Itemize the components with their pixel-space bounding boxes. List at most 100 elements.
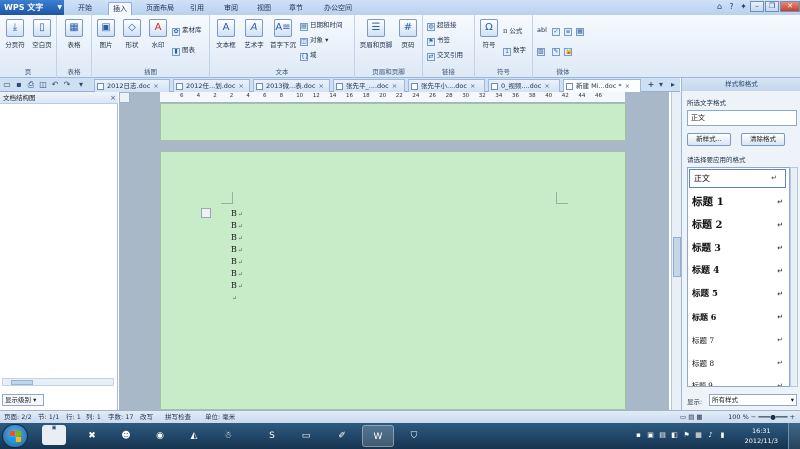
picture-button[interactable]: ▣ 图片	[94, 19, 118, 49]
checkbox-control-button[interactable]: ✓	[552, 25, 562, 36]
doc-tab-1[interactable]: 2012日志.doc ×	[94, 79, 170, 92]
wps-app-menu-button[interactable]: WPS 文字 ▼	[0, 0, 64, 15]
datetime-button[interactable]: ▤ 日期和时间	[300, 20, 343, 31]
style-list-scrollbar[interactable]	[790, 167, 798, 387]
tray-icon[interactable]: ▣	[646, 431, 655, 440]
doc-tab-5[interactable]: 张先平小....doc ×	[408, 79, 485, 92]
volume-icon[interactable]: ♪	[706, 431, 715, 440]
show-styles-select[interactable]: 所有样式 ▾	[709, 394, 797, 406]
app-icon-flash[interactable]: ◭	[178, 425, 210, 447]
app-icon-folder[interactable]: ▭	[290, 425, 322, 447]
close-tab-icon[interactable]: ×	[625, 82, 630, 90]
field-button[interactable]: {}域	[300, 50, 317, 61]
tab-chapter[interactable]: 章节	[285, 2, 307, 15]
style-item[interactable]: 标题 6 ↵	[688, 306, 789, 329]
open-icon[interactable]: ▭	[2, 79, 12, 90]
page-2[interactable]: B↵ B↵ B↵ B↵ B↵ B↵ B↵ ↵	[160, 151, 626, 410]
scroll-thumb[interactable]	[11, 380, 33, 385]
text-line[interactable]: B↵	[231, 256, 243, 268]
bookmark-button[interactable]: ⚑ 书签	[427, 35, 450, 46]
tab-review[interactable]: 审阅	[220, 2, 242, 15]
tray-icon[interactable]: ▤	[658, 431, 667, 440]
style-item[interactable]: 标题 2 ↵	[688, 214, 789, 237]
customize-quick-access-icon[interactable]: ▾	[76, 79, 86, 90]
show-desktop-button[interactable]	[788, 423, 800, 449]
formula-button[interactable]: π 公式	[503, 26, 522, 37]
header-footer-button[interactable]: ☰ 页眉和页脚	[358, 19, 394, 49]
restore-button[interactable]: ❐	[765, 1, 779, 12]
app-icon-wps-writer[interactable]: W	[362, 425, 394, 447]
text-line[interactable]: B↵	[231, 232, 243, 244]
doc-tab-3[interactable]: 2013微...表.doc ×	[253, 79, 330, 92]
preview-icon[interactable]: ◫	[38, 79, 48, 90]
text-line[interactable]: B↵	[231, 280, 243, 292]
status-overwrite[interactable]: 改写	[140, 411, 153, 423]
tray-icon[interactable]: ◧	[670, 431, 679, 440]
flag-icon[interactable]: ⚑	[682, 431, 691, 440]
horizontal-ruler[interactable]: 6 4 2 2 4 6 8 10 12 14 16 18 20 22 24 26 28 30 32 34 36 38 40 4…	[160, 92, 625, 103]
style-item[interactable]: 标题 3 ↵	[688, 237, 789, 260]
textfield-control-button[interactable]: abl	[537, 25, 547, 36]
app-icon-reel[interactable]: ◉	[144, 425, 176, 447]
wordart-button[interactable]: A 艺术字	[241, 19, 267, 49]
status-word-count[interactable]: 字数: 17	[108, 411, 134, 423]
app-icon-1[interactable]: ✖	[76, 425, 108, 447]
new-tab-icon[interactable]: +	[646, 79, 656, 90]
clipart-button[interactable]: ✿ 素材库	[172, 25, 202, 36]
text-line[interactable]: B↵	[231, 244, 243, 256]
style-item[interactable]: 标题 9 ↵	[688, 375, 789, 386]
tab-office-space[interactable]: 办公空间	[320, 2, 356, 15]
app-icon-sogou[interactable]: S	[256, 425, 288, 447]
style-item[interactable]: 标题 8 ↵	[688, 352, 789, 375]
table-button[interactable]: ▦ 表格	[62, 19, 86, 49]
shape-button[interactable]: ◇ 形状	[120, 19, 144, 49]
text-line[interactable]: B↵	[231, 208, 243, 220]
start-button[interactable]	[2, 424, 28, 448]
view-mode-icons[interactable]: ▭ ▤ ▦	[680, 411, 703, 423]
undo-icon[interactable]: ↶	[50, 79, 60, 90]
zoom-control[interactable]: 100 % − ━━━●━━━ +	[728, 411, 795, 423]
vertical-scrollbar[interactable]	[671, 92, 681, 410]
tab-page-layout[interactable]: 页面布局	[142, 2, 178, 15]
save-icon[interactable]: ▪	[14, 79, 24, 90]
style-item[interactable]: 正文 ↵	[689, 169, 786, 188]
app-icon-shield[interactable]: ⛉	[398, 425, 430, 447]
close-button[interactable]: ✕	[780, 1, 800, 12]
style-item[interactable]: 标题 4 ↵	[688, 260, 789, 283]
app-icon-qq[interactable]: ☃	[212, 425, 244, 447]
skin-icon[interactable]: ⌂	[714, 1, 725, 12]
display-level-button[interactable]: 显示级别 ▾	[2, 394, 44, 406]
watermark-button[interactable]: A 水印	[146, 19, 170, 49]
clear-format-button[interactable]: 清除格式	[741, 133, 785, 146]
page-break-button[interactable]: ⤓ 分页符	[3, 19, 27, 49]
page-1[interactable]	[160, 103, 626, 141]
help-icon[interactable]: ?	[726, 1, 737, 12]
close-tab-icon[interactable]: ×	[392, 82, 397, 90]
scroll-thumb[interactable]	[673, 237, 681, 277]
empty-paragraph[interactable]: ↵	[231, 292, 237, 304]
current-style-field[interactable]: 正文	[687, 110, 797, 126]
tab-start[interactable]: 开始	[74, 2, 96, 15]
redo-icon[interactable]: ↷	[62, 79, 72, 90]
clock[interactable]: 16:31 2012/11/3	[745, 426, 778, 446]
app-icon-pen[interactable]: ✐	[326, 425, 358, 447]
style-item[interactable]: 标题 5 ↵	[688, 283, 789, 306]
close-tab-icon[interactable]: ×	[238, 82, 243, 90]
network-icon[interactable]: ▦	[694, 431, 703, 440]
object-button[interactable]: ◫ 对象 ▾	[300, 35, 328, 46]
edit-control-button[interactable]: ✎	[552, 45, 562, 56]
horizontal-scrollbar[interactable]	[2, 378, 114, 386]
print-icon[interactable]: ⎙	[26, 79, 36, 90]
lock-control-button[interactable]: 🔒	[564, 45, 574, 56]
number-button[interactable]: 1 数字	[503, 45, 526, 56]
battery-icon[interactable]: ▮	[718, 431, 727, 440]
doc-tab-7[interactable]: 新建 Mi...doc * ×	[563, 79, 641, 92]
text-line[interactable]: B↵	[231, 268, 243, 280]
close-tab-icon[interactable]: ×	[470, 82, 475, 90]
textbox-button[interactable]: A 文本框	[213, 19, 239, 49]
design-mode-button[interactable]: ▨	[537, 45, 547, 56]
status-unit[interactable]: 单位: 毫米	[205, 411, 235, 423]
tab-references[interactable]: 引用	[186, 2, 208, 15]
cross-reference-button[interactable]: ⇄ 交叉引用	[427, 50, 463, 61]
new-style-button[interactable]: 新样式...	[687, 133, 731, 146]
